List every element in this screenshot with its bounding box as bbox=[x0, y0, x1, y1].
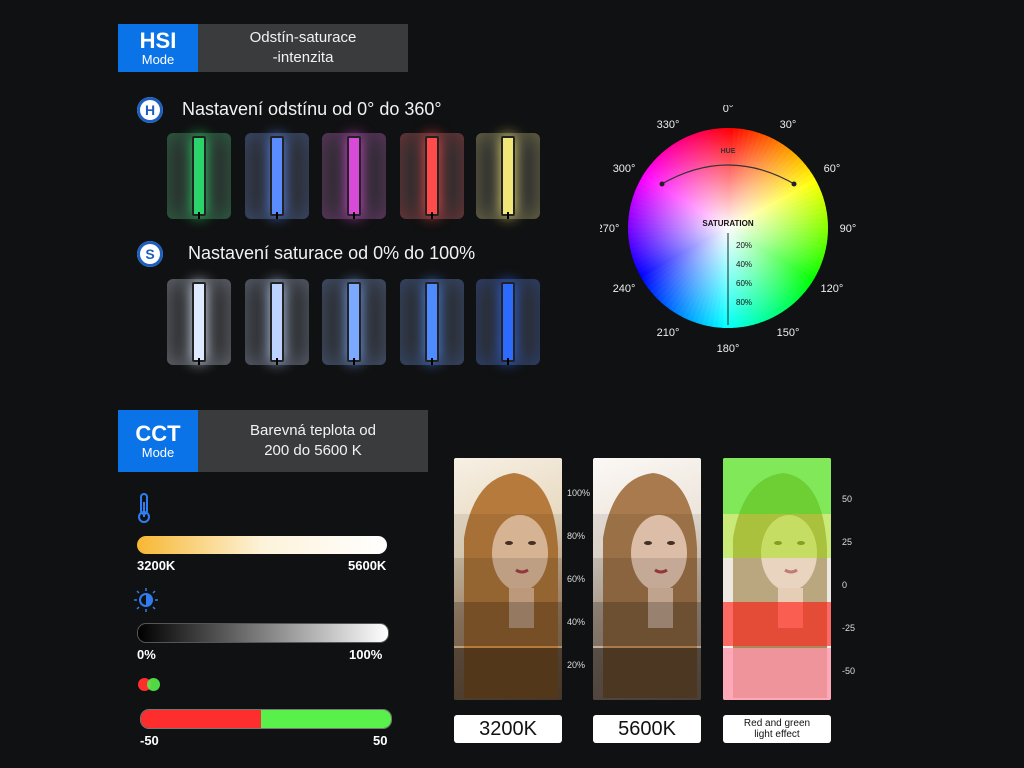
temperature-min-label: 3200K bbox=[137, 558, 176, 573]
caption-red-green-text: Red and green light effect bbox=[743, 718, 811, 740]
hsi-mode-badge: HSI Mode bbox=[118, 24, 198, 72]
photo-3200k bbox=[454, 458, 562, 700]
brightness-icon bbox=[134, 588, 158, 612]
red-green-bar bbox=[140, 709, 392, 729]
hue-tube-5 bbox=[476, 133, 540, 219]
hue-tube-3 bbox=[322, 133, 386, 219]
photo-5600k bbox=[593, 458, 701, 700]
cct-mode-badge: CCT Mode bbox=[118, 410, 198, 472]
hsi-desc-line1: Odstín-saturace bbox=[249, 29, 357, 46]
saturation-title: Nastavení saturace od 0% do 100% bbox=[188, 243, 476, 263]
cct-mode-description: Barevná teplota od 200 do 5600 K bbox=[198, 410, 428, 472]
brightness-min-label: 0% bbox=[137, 647, 156, 662]
cct-desc-line1: Barevná teplota od bbox=[250, 422, 376, 439]
angle-label-8: 240° bbox=[613, 283, 636, 295]
angle-label-0: 0° bbox=[723, 105, 734, 115]
red-green-scale-1: 50 bbox=[842, 494, 853, 504]
caption-red-green: Red and green light effect bbox=[723, 715, 831, 743]
saturation-tube-4 bbox=[400, 279, 464, 365]
brightness-scale-4: 40% bbox=[567, 617, 586, 627]
hsi-mode-description: Odstín-saturace -intenzita bbox=[198, 24, 408, 72]
angle-label-2: 60° bbox=[824, 163, 841, 175]
saturation-tick-60%: 60% bbox=[736, 279, 752, 288]
hsi-desc-line2: -intenzita bbox=[272, 49, 334, 66]
color-wheel: HUE SATURATION 20% 40% 60% 80% 0° 30° 60° 90° 1… bbox=[600, 105, 857, 355]
thermometer-icon bbox=[138, 493, 150, 523]
cct-badge-title: CCT bbox=[135, 420, 181, 446]
temperature-bar bbox=[137, 536, 387, 554]
brightness-max-label: 100% bbox=[349, 647, 383, 662]
red-green-scale-5: -50 bbox=[842, 666, 856, 676]
hue-label: HUE bbox=[721, 148, 736, 155]
red-green-max-label: 50 bbox=[373, 733, 388, 748]
brightness-scale-3: 60% bbox=[567, 574, 586, 584]
hue-arrow-dot-right bbox=[791, 181, 797, 187]
saturation-label: SATURATION bbox=[702, 219, 753, 228]
saturation-tube-5 bbox=[476, 279, 540, 365]
angle-label-3: 90° bbox=[840, 223, 857, 235]
hue-tube-1 bbox=[167, 133, 231, 219]
saturation-tube-3 bbox=[322, 279, 386, 365]
cct-desc-line2: 200 do 5600 K bbox=[264, 442, 362, 459]
hue-icon: H bbox=[137, 97, 163, 123]
hue-title: Nastavení odstínu od 0° do 360° bbox=[182, 99, 442, 119]
cct-mode-header: CCT Mode Barevná teplota od 200 do 5600 … bbox=[118, 410, 428, 472]
angle-label-4: 120° bbox=[821, 283, 844, 295]
hsi-badge-title: HSI bbox=[139, 27, 177, 53]
angle-label-1: 30° bbox=[780, 119, 797, 131]
red-green-scale-4: -25 bbox=[842, 623, 856, 633]
brightness-scale-5: 20% bbox=[567, 660, 586, 670]
angle-label-11: 330° bbox=[657, 119, 680, 131]
hue-tube-2 bbox=[245, 133, 309, 219]
red-green-scale-2: 25 bbox=[842, 537, 853, 547]
hue-arrow-dot-left bbox=[659, 181, 665, 187]
saturation-icon-letter: S bbox=[145, 246, 155, 262]
saturation-tick-40%: 40% bbox=[736, 260, 752, 269]
angle-label-9: 270° bbox=[600, 223, 619, 235]
hsi-badge-subtitle: Mode bbox=[141, 51, 175, 67]
angle-label-6: 180° bbox=[717, 343, 740, 355]
temperature-max-label: 5600K bbox=[348, 558, 387, 573]
red-green-scale-3: 0 bbox=[842, 580, 848, 590]
caption-3200k: 3200K bbox=[454, 715, 562, 743]
brightness-scale-1: 100% bbox=[567, 488, 591, 498]
hue-tube-4 bbox=[400, 133, 464, 219]
caption-5600k: 5600K bbox=[593, 715, 701, 743]
saturation-tick-80%: 80% bbox=[736, 298, 752, 307]
angle-label-10: 300° bbox=[613, 163, 636, 175]
caption-3200k-text: 3200K bbox=[479, 717, 537, 740]
photo-red-green bbox=[723, 458, 831, 700]
angle-label-5: 150° bbox=[777, 327, 800, 339]
saturation-tube-2 bbox=[245, 279, 309, 365]
red-green-min-label: -50 bbox=[140, 733, 159, 748]
hue-icon-letter: H bbox=[144, 102, 156, 118]
red-green-dots-icon bbox=[138, 678, 162, 692]
brightness-bar bbox=[137, 623, 389, 643]
brightness-scale-2: 80% bbox=[567, 531, 586, 541]
saturation-tube-1 bbox=[167, 279, 231, 365]
cct-badge-subtitle: Mode bbox=[141, 444, 175, 460]
angle-label-7: 210° bbox=[657, 327, 680, 339]
caption-5600k-text: 5600K bbox=[618, 717, 676, 740]
saturation-tick-20%: 20% bbox=[736, 241, 752, 250]
saturation-icon: S bbox=[137, 241, 163, 267]
hsi-mode-header: HSI Mode Odstín-saturace -intenzita bbox=[118, 24, 408, 72]
